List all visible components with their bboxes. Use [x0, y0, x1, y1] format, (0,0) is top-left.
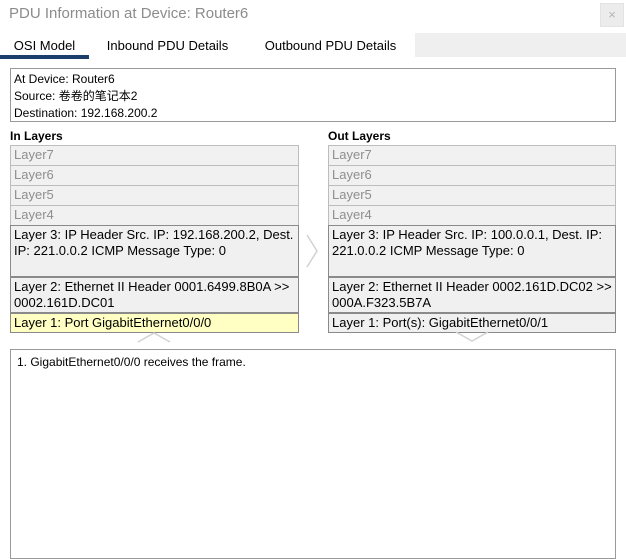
details-text: 1. GigabitEthernet0/0/0 receives the fra…	[17, 355, 246, 369]
details-box: 1. GigabitEthernet0/0/0 receives the fra…	[10, 349, 616, 559]
tab-outbound-pdu-details[interactable]: Outbound PDU Details	[246, 33, 415, 59]
source-label: Source: 卷卷的笔记本2	[14, 89, 138, 103]
close-button[interactable]: ×	[600, 3, 624, 27]
out-layer-4[interactable]: Layer4	[328, 205, 616, 226]
out-layer-6[interactable]: Layer6	[328, 165, 616, 186]
in-layer-2[interactable]: Layer 2: Ethernet II Header 0001.6499.8B…	[10, 277, 299, 313]
in-layer-4[interactable]: Layer4	[10, 205, 299, 226]
device-label: At Device: Router6	[14, 72, 115, 86]
tab-inbound-pdu-details[interactable]: Inbound PDU Details	[89, 33, 246, 59]
close-icon: ×	[608, 7, 616, 22]
in-layer-6[interactable]: Layer6	[10, 165, 299, 186]
tab-osi-model[interactable]: OSI Model	[0, 33, 89, 59]
in-layer-7[interactable]: Layer7	[10, 145, 299, 166]
in-layer-5[interactable]: Layer5	[10, 185, 299, 206]
out-layer-5[interactable]: Layer5	[328, 185, 616, 206]
chevron-up-icon	[137, 330, 171, 348]
tab-bar-filler	[415, 33, 626, 57]
chevron-right-icon	[305, 234, 319, 273]
out-layer-2[interactable]: Layer 2: Ethernet II Header 0002.161D.DC…	[328, 277, 616, 313]
in-layers-title: In Layers	[10, 129, 63, 143]
chevron-down-icon	[455, 330, 489, 348]
window-title: PDU Information at Device: Router6	[9, 5, 249, 22]
out-layer-7[interactable]: Layer7	[328, 145, 616, 166]
device-info-box: At Device: Router6 Source: 卷卷的笔记本2 Desti…	[10, 68, 616, 122]
title-bar: PDU Information at Device: Router6 ×	[0, 0, 626, 32]
destination-label: Destination: 192.168.200.2	[14, 106, 158, 120]
out-layers-title: Out Layers	[328, 129, 391, 143]
out-layer-3[interactable]: Layer 3: IP Header Src. IP: 100.0.0.1, D…	[328, 225, 616, 277]
in-layer-3[interactable]: Layer 3: IP Header Src. IP: 192.168.200.…	[10, 225, 299, 277]
tab-bar: OSI Model Inbound PDU Details Outbound P…	[0, 33, 626, 59]
